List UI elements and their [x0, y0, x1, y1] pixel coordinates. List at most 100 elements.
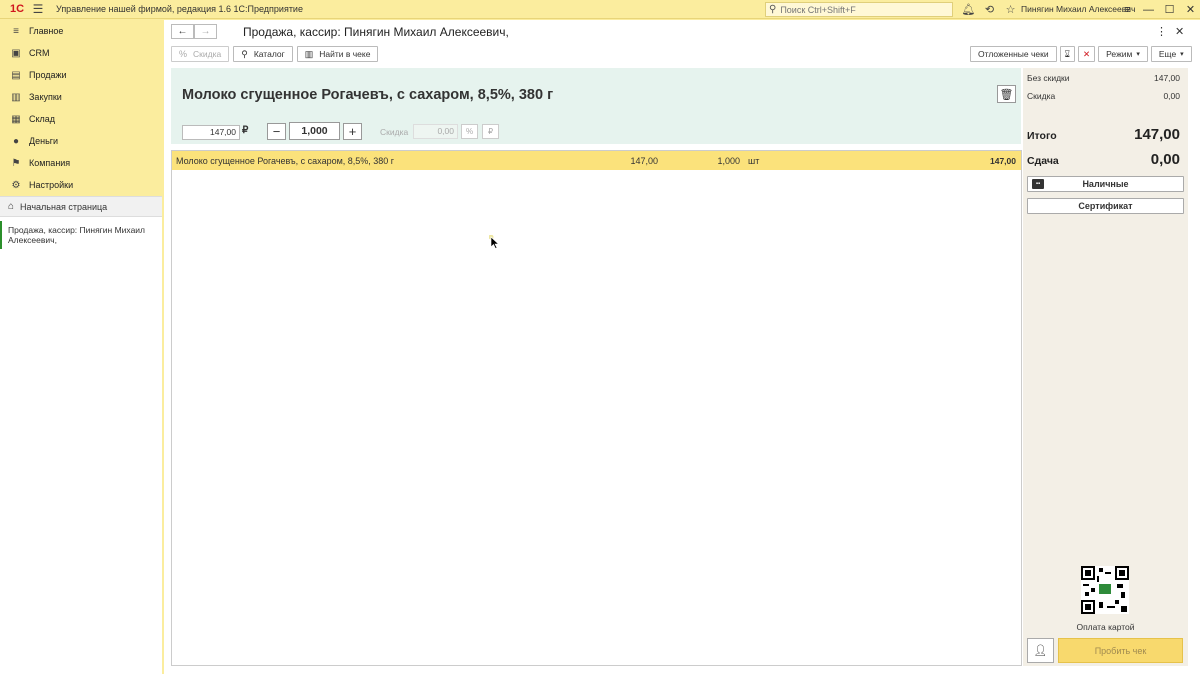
more-button[interactable]: Еще ▾ — [1150, 46, 1192, 62]
summary-panel: Без скидки 147,00 Скидка 0,00 Итого 147,… — [1023, 68, 1188, 666]
no-discount-row: Без скидки 147,00 — [1027, 73, 1180, 83]
history-icon[interactable]: ⟲ — [979, 2, 1000, 17]
sidebar-item-sales[interactable]: ▤ Продажи — [0, 64, 162, 86]
sidebar-item-warehouse[interactable]: ▦ Склад — [0, 108, 162, 130]
price-field[interactable]: 147,00 — [182, 125, 240, 140]
maximize-icon[interactable]: ☐ — [1159, 1, 1180, 18]
mode-label: Режим — [1106, 49, 1133, 59]
form-close-icon[interactable]: ✕ — [1175, 25, 1184, 38]
quantity-minus-button[interactable]: − — [267, 123, 286, 140]
sidebar-item-label: Компания — [29, 158, 71, 168]
deferred-receipts-label: Отложенные чеки — [978, 49, 1049, 59]
close-icon[interactable]: ✕ — [1180, 1, 1200, 18]
no-discount-value: 147,00 — [1154, 73, 1180, 83]
hamburger-menu-icon[interactable]: ☰ — [28, 2, 48, 16]
sidebar-item-label: Закупки — [29, 92, 62, 102]
minimize-icon[interactable]: — — [1138, 1, 1159, 18]
barcode-icon: ▥ — [304, 48, 314, 59]
toolbar: % Скидка ⚲ Каталог ▥ Найти в чеке — [171, 46, 379, 62]
dropdown-arrow-icon: ▾ — [1180, 51, 1184, 58]
sidebar-item-settings[interactable]: ⚙ Настройки — [0, 174, 162, 196]
customer-card-icon: 👤︎ — [1033, 645, 1048, 657]
purchases-icon: ▥ — [11, 91, 21, 103]
sidebar-item-label: Главное — [29, 26, 64, 36]
mode-button[interactable]: Режим ▾ — [1098, 46, 1148, 62]
home-icon: ⌂ — [8, 201, 15, 212]
delete-button[interactable]: 🗑︎ — [997, 85, 1016, 103]
cash-icon: ▪▪ — [1032, 179, 1044, 189]
sidebar-item-company[interactable]: ⚑ Компания — [0, 152, 162, 174]
sidebar-item-label: Продажи — [29, 70, 67, 80]
discount-label: Скидка — [380, 127, 409, 137]
discount-button-label: Скидка — [193, 49, 222, 59]
row-product-name: Молоко сгущенное Рогачевъ, с сахаром, 8,… — [176, 155, 395, 166]
dropdown-arrow-icon: ▾ — [1136, 51, 1140, 58]
catalog-button[interactable]: ⚲ Каталог — [233, 46, 293, 62]
title-bar: 1С ☰ Управление нашей фирмой, редакция 1… — [0, 0, 1200, 19]
forward-arrow-icon[interactable]: → — [194, 24, 217, 39]
home-page-link[interactable]: ⌂ Начальная страница — [0, 197, 162, 217]
warehouse-icon: ▦ — [11, 113, 21, 125]
table-row[interactable]: Молоко сгущенное Рогачевъ, с сахаром, 8,… — [172, 151, 1021, 170]
discount-row: Скидка 0,00 — [1027, 91, 1180, 101]
app-title: Управление нашей фирмой, редакция 1.6 1С… — [56, 4, 303, 14]
print-receipt-button[interactable]: Пробить чек — [1058, 638, 1183, 663]
discount-percent-button[interactable]: % — [461, 124, 478, 139]
sidebar-item-label: CRM — [29, 48, 50, 58]
cash-payment-button[interactable]: ▪▪ Наличные — [1027, 176, 1184, 192]
receipt-table[interactable]: Молоко сгущенное Рогачевъ, с сахаром, 8,… — [171, 150, 1022, 666]
card-payment-label: Оплата картой — [1076, 622, 1135, 632]
deferred-receipts-button[interactable]: Отложенные чеки — [970, 46, 1057, 62]
total-row: Итого 147,00 — [1027, 126, 1180, 143]
customer-button[interactable]: 👤︎ — [1027, 638, 1054, 663]
trash-icon: 🗑︎ — [999, 88, 1014, 101]
back-arrow-icon[interactable]: ← — [171, 24, 194, 39]
flag-icon: ⚑ — [11, 157, 21, 169]
bell-icon[interactable]: 🔔︎ — [958, 2, 979, 17]
gear-icon: ⚙ — [11, 179, 21, 191]
app-logo: 1С — [9, 3, 25, 15]
global-search[interactable]: ⚲ — [765, 2, 953, 17]
sidebar-item-purchases[interactable]: ▥ Закупки — [0, 86, 162, 108]
print-receipt-label: Пробить чек — [1094, 645, 1147, 656]
qr-code-icon[interactable] — [1081, 566, 1129, 614]
row-price: 147,00 — [630, 155, 658, 166]
star-icon[interactable]: ☆ — [1000, 2, 1021, 17]
form-title: Продажа, кассир: Пинягин Михаил Алексеев… — [243, 25, 509, 39]
product-name: Молоко сгущенное Рогачевъ, с сахаром, 8,… — [182, 87, 554, 103]
open-window-item[interactable]: Продажа, кассир: Пинягин Михаил Алексеев… — [0, 221, 162, 249]
sidebar-item-main[interactable]: ≡ Главное — [0, 20, 162, 42]
catalog-button-label: Каталог — [253, 49, 285, 59]
change-row: Сдача 0,00 — [1027, 151, 1180, 168]
cash-label: Наличные — [1082, 179, 1129, 189]
toolbar-right: Отложенные чеки ⌛︎ ✕ Режим ▾ Еще ▾ — [970, 46, 1192, 62]
sidebar-item-crm[interactable]: ▣ CRM — [0, 42, 162, 64]
list-icon: ≡ — [13, 25, 19, 37]
row-quantity: 1,000 — [717, 155, 740, 166]
discount-field[interactable]: 0,00 — [413, 124, 458, 139]
total-value: 147,00 — [1134, 126, 1180, 143]
find-in-receipt-button[interactable]: ▥ Найти в чеке — [296, 46, 379, 62]
summary-discount-value: 0,00 — [1163, 91, 1180, 101]
row-unit: шт — [748, 155, 760, 166]
discount-rub-button[interactable]: ₽ — [482, 124, 499, 139]
discount-button[interactable]: % Скидка — [171, 46, 230, 62]
certificate-button[interactable]: Сертификат — [1027, 198, 1184, 214]
product-panel: Молоко сгущенное Рогачевъ, с сахаром, 8,… — [171, 68, 1021, 144]
change-value: 0,00 — [1150, 151, 1180, 168]
quantity-field[interactable]: 1,000 — [289, 122, 340, 140]
hourglass-button[interactable]: ⌛︎ — [1059, 46, 1076, 62]
cancel-receipt-button[interactable]: ✕ — [1078, 46, 1096, 62]
total-label: Итого — [1027, 130, 1057, 142]
sidebar-item-money[interactable]: ● Деньги — [0, 130, 162, 152]
search-input[interactable] — [780, 4, 941, 15]
more-vertical-icon[interactable]: ⋮ — [1156, 25, 1167, 38]
summary-discount-label: Скидка — [1027, 91, 1056, 101]
no-discount-label: Без скидки — [1027, 73, 1070, 83]
certificate-label: Сертификат — [1078, 201, 1133, 211]
find-in-receipt-label: Найти в чеке — [319, 49, 371, 59]
quantity-plus-button[interactable]: + — [343, 123, 362, 140]
search-icon: ⚲ — [769, 4, 777, 15]
sidebar: ≡ Главное ▣ CRM ▤ Продажи ▥ Закупки ▦ Ск… — [0, 20, 162, 674]
settings-lines-icon[interactable]: ≡ — [1117, 1, 1138, 18]
